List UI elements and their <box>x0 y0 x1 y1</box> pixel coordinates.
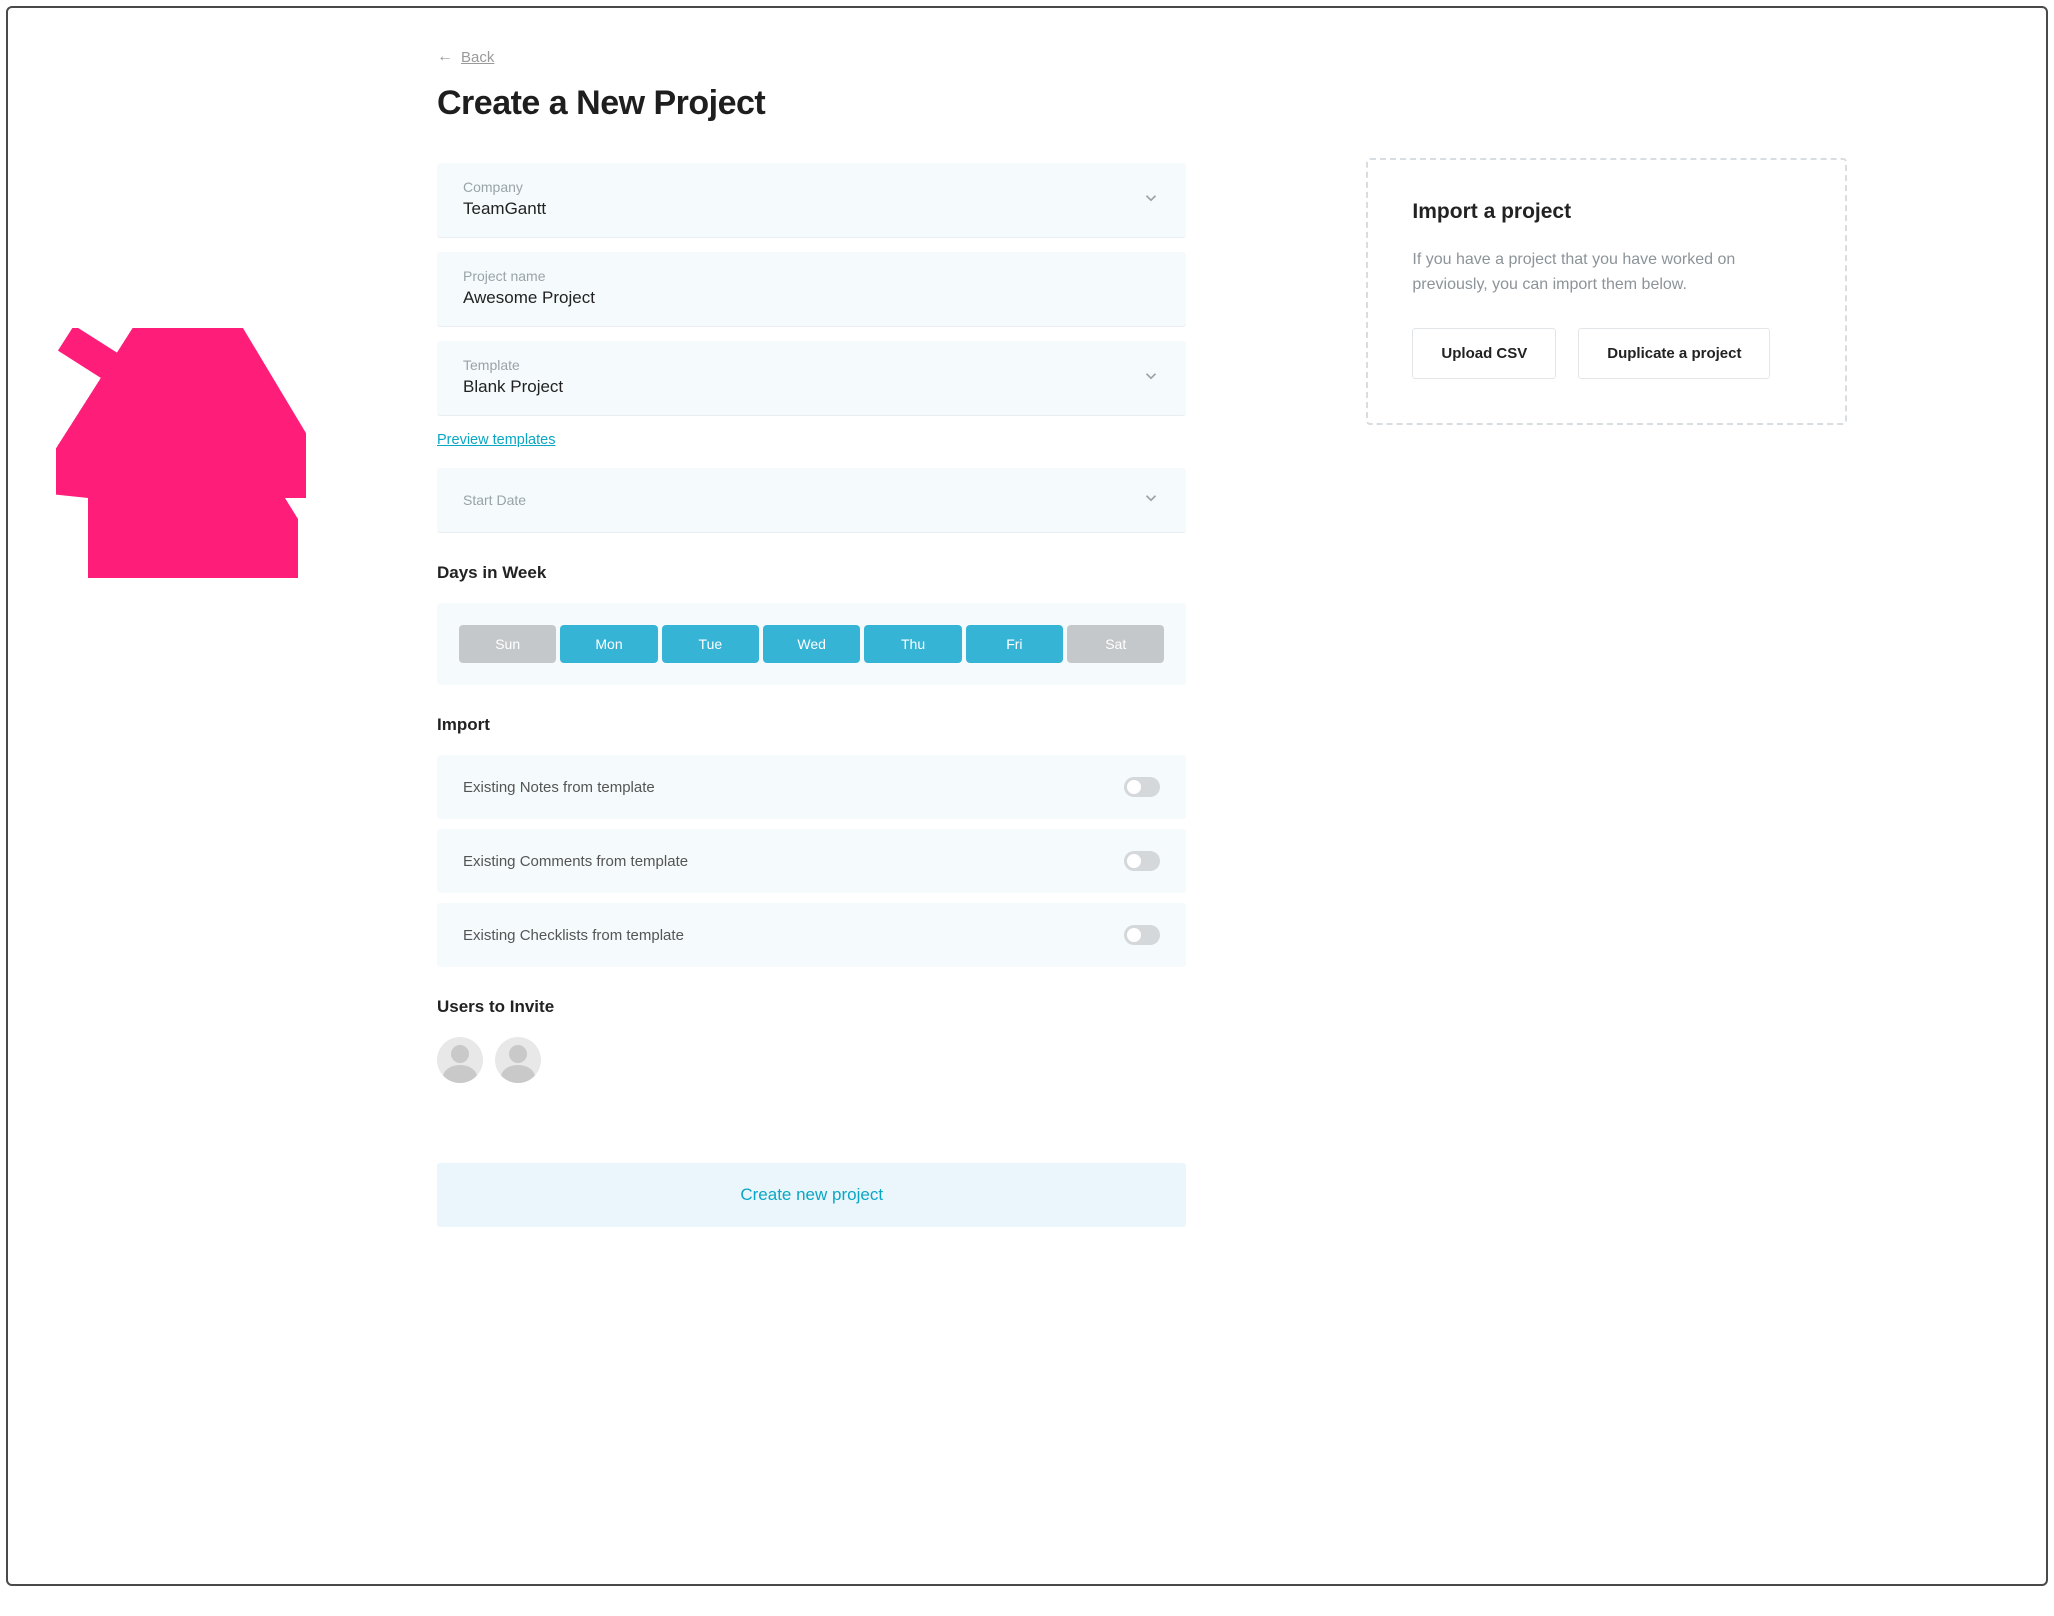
start-date-label: Start Date <box>463 492 1160 508</box>
back-label: Back <box>461 49 494 66</box>
template-value: Blank Project <box>463 377 1160 397</box>
chevron-down-icon <box>1142 489 1160 511</box>
days-in-week-selector: SunMonTueWedThuFriSat <box>437 603 1186 685</box>
day-toggle-tue[interactable]: Tue <box>662 625 759 663</box>
template-label: Template <box>463 357 1160 373</box>
import-toggle-label: Existing Notes from template <box>463 779 655 796</box>
day-toggle-sat[interactable]: Sat <box>1067 625 1164 663</box>
create-new-project-button[interactable]: Create new project <box>437 1163 1186 1227</box>
upload-csv-button[interactable]: Upload CSV <box>1412 328 1556 379</box>
import-toggle-switch[interactable] <box>1124 851 1160 871</box>
import-card-description: If you have a project that you have work… <box>1412 248 1801 298</box>
project-name-input[interactable]: Project name Awesome Project <box>437 252 1186 327</box>
import-toggle-switch[interactable] <box>1124 777 1160 797</box>
day-toggle-fri[interactable]: Fri <box>966 625 1063 663</box>
days-in-week-heading: Days in Week <box>437 563 1186 583</box>
users-to-invite-heading: Users to Invite <box>437 997 1186 1017</box>
import-toggle-row: Existing Checklists from template <box>437 903 1186 967</box>
project-name-value: Awesome Project <box>463 288 1160 308</box>
day-toggle-sun[interactable]: Sun <box>459 625 556 663</box>
company-value: TeamGantt <box>463 199 1160 219</box>
page-title: Create a New Project <box>437 84 1186 123</box>
day-toggle-thu[interactable]: Thu <box>864 625 961 663</box>
project-name-label: Project name <box>463 268 1160 284</box>
import-toggle-label: Existing Checklists from template <box>463 927 684 944</box>
preview-templates-link[interactable]: Preview templates <box>437 432 555 448</box>
back-link[interactable]: ← Back <box>437 48 494 66</box>
company-label: Company <box>463 179 1160 195</box>
chevron-down-icon <box>1142 189 1160 211</box>
import-toggle-switch[interactable] <box>1124 925 1160 945</box>
page-frame: ← Back Create a New Project Company Team… <box>6 6 2048 1586</box>
import-toggle-row: Existing Notes from template <box>437 755 1186 819</box>
duplicate-project-button[interactable]: Duplicate a project <box>1578 328 1770 379</box>
arrow-left-icon: ← <box>437 48 453 66</box>
import-toggle-label: Existing Comments from template <box>463 853 688 870</box>
day-toggle-mon[interactable]: Mon <box>560 625 657 663</box>
start-date-select[interactable]: Start Date <box>437 468 1186 533</box>
day-toggle-wed[interactable]: Wed <box>763 625 860 663</box>
company-select[interactable]: Company TeamGantt <box>437 163 1186 238</box>
import-heading: Import <box>437 715 1186 735</box>
import-project-card: Import a project If you have a project t… <box>1366 158 1847 425</box>
users-avatars <box>437 1037 1186 1083</box>
avatar[interactable] <box>495 1037 541 1083</box>
import-card-title: Import a project <box>1412 200 1801 224</box>
chevron-down-icon <box>1142 367 1160 389</box>
template-select[interactable]: Template Blank Project <box>437 341 1186 416</box>
avatar[interactable] <box>437 1037 483 1083</box>
import-toggle-row: Existing Comments from template <box>437 829 1186 893</box>
